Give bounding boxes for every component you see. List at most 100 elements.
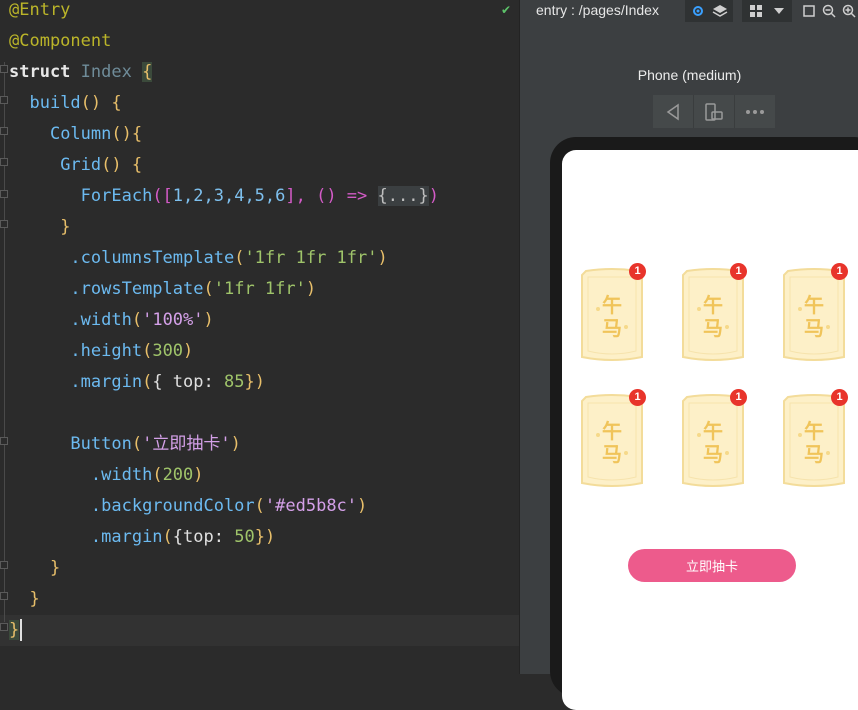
card-glyph-top: 午 — [602, 293, 622, 317]
crop-button[interactable] — [800, 0, 818, 22]
object-key: {top: — [172, 527, 235, 547]
view-mode-dropdown[interactable] — [742, 0, 792, 22]
card-glyph-top: 午 — [804, 419, 824, 443]
layers-icon — [712, 5, 728, 17]
component-name: Grid — [60, 155, 102, 175]
fold-marker[interactable] — [0, 623, 8, 631]
rotate-button[interactable] — [694, 95, 735, 128]
card-glyph-bottom: 马 — [804, 442, 824, 466]
punctuation: ) — [203, 310, 214, 330]
brace: } — [9, 620, 20, 640]
card-item[interactable]: 午马1 — [578, 263, 646, 365]
device-controls — [653, 95, 775, 128]
code-line: Button('立即抽卡') — [9, 429, 241, 460]
card-glyph-bottom: 马 — [703, 442, 723, 466]
page-path: entry : /pages/Index — [536, 2, 659, 18]
string-literal: '100%' — [142, 310, 204, 330]
code-line: .backgroundColor('#ed5b8c') — [9, 491, 367, 522]
back-button[interactable] — [653, 95, 694, 128]
card-glyph-top: 午 — [703, 293, 723, 317]
card-icon: 午马 — [783, 394, 845, 487]
code-line: } — [9, 212, 70, 243]
component-name: Column — [49, 124, 112, 144]
method-name: .backgroundColor — [90, 496, 255, 516]
card-badge: 1 — [730, 389, 747, 406]
code-line: } — [9, 553, 60, 584]
fold-marker[interactable] — [0, 96, 8, 104]
current-line-highlight — [0, 615, 519, 646]
fold-marker[interactable] — [0, 561, 8, 569]
code-line: ForEach([1,2,3,4,5,6], () => {...}) — [9, 181, 439, 212]
code-line: build() { — [9, 88, 121, 119]
card-glyph-top: 午 — [602, 419, 622, 443]
number-literal: 300 — [152, 341, 184, 361]
component-name: ForEach — [80, 186, 153, 206]
folded-code[interactable]: {...} — [377, 186, 429, 206]
fold-marker[interactable] — [0, 220, 8, 228]
dropdown-icon — [774, 8, 784, 14]
number-literal: 200 — [162, 465, 194, 485]
card-item[interactable]: 午马 1 — [679, 389, 747, 491]
punctuation: (){ — [111, 124, 143, 144]
card-item[interactable]: 午马1 — [780, 263, 848, 365]
code-line: Column(){ — [9, 119, 142, 150]
punctuation: ) — [230, 434, 241, 454]
phone-frame: 午马1午马1午马1午马1午马1午马1 立即抽卡 — [550, 137, 858, 710]
fold-marker[interactable] — [0, 127, 8, 135]
annotation-entry: @Entry — [9, 0, 71, 20]
card-item[interactable]: 午马1 — [679, 263, 747, 365]
code-line: } — [9, 584, 40, 615]
zoom-out-icon — [822, 4, 836, 18]
card-glyph-bottom: 马 — [602, 316, 622, 340]
brace: } — [49, 558, 61, 578]
inspector-toggle[interactable] — [685, 0, 733, 22]
struct-name: Index — [80, 62, 132, 82]
method-name: .width — [90, 465, 153, 485]
punctuation: ) — [193, 465, 204, 485]
card-icon: 午马 — [581, 268, 643, 361]
punctuation: ) — [428, 186, 439, 206]
punctuation: ( — [203, 279, 214, 299]
device-name: Phone (medium) — [637, 67, 742, 83]
code-line: } — [9, 615, 23, 646]
more-icon — [746, 109, 764, 114]
draw-card-button[interactable]: 立即抽卡 — [628, 549, 796, 582]
string-literal: '#ed5b8c' — [264, 496, 358, 516]
punctuation: ( — [254, 496, 265, 516]
fold-marker[interactable] — [0, 592, 8, 600]
code-line: @Component — [9, 26, 111, 57]
zoom-out-button[interactable] — [820, 0, 838, 22]
previewer-toolbar: entry : /pages/Index — [520, 0, 858, 24]
card-glyph-top: 午 — [804, 293, 824, 317]
card-badge: 1 — [629, 263, 646, 280]
brace: { — [142, 62, 153, 82]
brace: } — [29, 589, 40, 609]
more-button[interactable] — [735, 95, 775, 128]
method-name: .margin — [70, 372, 143, 392]
fold-marker[interactable] — [0, 158, 8, 166]
code-line: .columnsTemplate('1fr 1fr 1fr') — [9, 243, 387, 274]
text-caret — [20, 619, 23, 641]
method-name: build — [29, 93, 81, 113]
fold-marker[interactable] — [0, 190, 8, 198]
code-line: .rowsTemplate('1fr 1fr') — [9, 274, 316, 305]
code-editor[interactable]: ✔ @Entry @Component struct Index { build… — [0, 0, 519, 674]
fold-marker[interactable] — [0, 65, 8, 73]
card-glyph-top: 午 — [703, 419, 723, 443]
punctuation: ) — [183, 341, 194, 361]
card-icon: 午马 — [783, 268, 845, 361]
card-item[interactable]: 午马1 — [780, 389, 848, 491]
punctuation: ], () => — [285, 186, 378, 206]
fold-marker[interactable] — [0, 437, 8, 445]
zoom-in-button[interactable] — [840, 0, 858, 22]
card-item[interactable]: 午马1 — [578, 389, 646, 491]
code-line: Grid() { — [9, 150, 142, 181]
method-name: .height — [70, 341, 143, 361]
number-literal: 85 — [223, 372, 245, 392]
annotation-component: @Component — [9, 31, 112, 51]
check-icon: ✔ — [500, 3, 511, 17]
card-glyph-bottom: 马 — [602, 442, 622, 466]
code-line: struct Index { — [9, 57, 153, 88]
number-literal: 50 — [234, 527, 255, 547]
method-name: .rowsTemplate — [70, 279, 204, 299]
